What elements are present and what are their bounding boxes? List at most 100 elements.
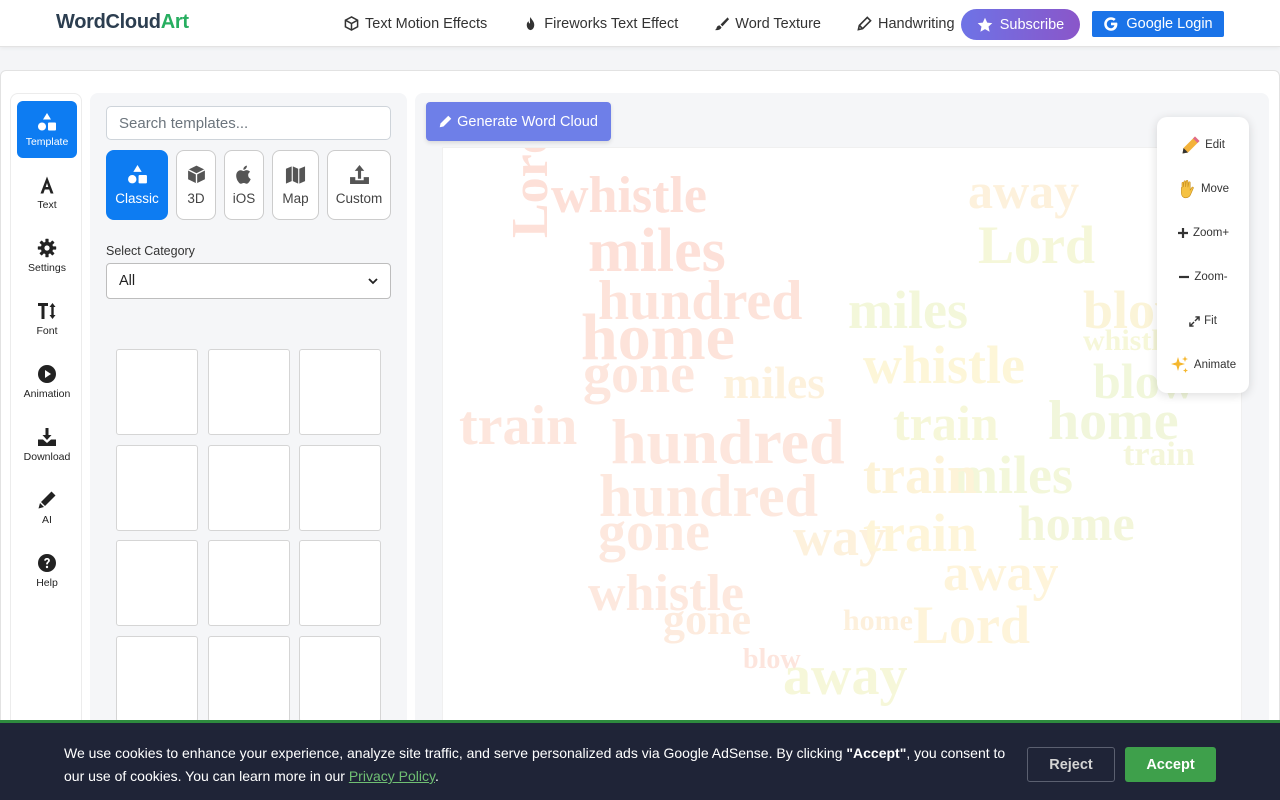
cloud-word: away [968, 163, 1080, 219]
subscribe-button[interactable]: Subscribe [961, 9, 1080, 40]
category-select[interactable]: All [106, 263, 391, 299]
move-tool-button[interactable]: Move [1157, 169, 1249, 209]
nav-word-texture[interactable]: Word Texture [714, 16, 821, 32]
template-thumbnail[interactable] [299, 445, 381, 531]
map-icon [285, 166, 306, 184]
sidebar-item-ai[interactable]: AI [17, 479, 77, 536]
edit-tool-button[interactable]: Edit [1157, 125, 1249, 165]
cloud-word: gone [583, 343, 695, 405]
main-nav: Text Motion Effects Fireworks Text Effec… [344, 0, 955, 47]
pencil-icon [1181, 135, 1201, 155]
cloud-word: whistle [863, 335, 1025, 395]
sidebar-item-template[interactable]: Template [17, 101, 77, 158]
cookie-consent-banner: We use cookies to enhance your experienc… [0, 720, 1280, 800]
sidebar-item-help[interactable]: Help [17, 542, 77, 599]
brush-icon [715, 17, 730, 31]
pen-icon [857, 16, 872, 31]
cloud-word: away [943, 545, 1059, 602]
sidebar-item-animation[interactable]: Animation [17, 353, 77, 410]
template-thumbnail[interactable] [208, 540, 290, 626]
generate-word-cloud-button[interactable]: Generate Word Cloud [426, 102, 611, 141]
accept-cookies-button[interactable]: Accept [1125, 747, 1216, 782]
cloud-word: train [893, 395, 999, 451]
template-thumbnail[interactable] [116, 636, 198, 722]
template-panel: Classic 3D iOS Map Custom Select Categor… [90, 93, 407, 733]
sparkles-icon [1170, 355, 1190, 375]
template-thumbnail[interactable] [208, 636, 290, 722]
text-icon [40, 176, 54, 193]
google-login-button[interactable]: Google Login [1092, 11, 1224, 37]
cloud-word: home [1048, 390, 1179, 452]
google-icon [1104, 17, 1118, 31]
template-type-map[interactable]: Map [272, 150, 319, 220]
shapes-icon [38, 112, 56, 130]
cloud-word: gone [663, 595, 751, 644]
cloud-word: train [863, 503, 977, 563]
privacy-policy-link[interactable]: Privacy Policy [349, 768, 435, 784]
gear-icon [37, 238, 57, 257]
cloud-word: Lord [978, 215, 1096, 275]
cloud-word: train [1123, 436, 1195, 473]
sidebar-item-text[interactable]: Text [17, 164, 77, 221]
template-type-ios[interactable]: iOS [224, 150, 264, 220]
minus-icon [1178, 271, 1190, 283]
cloud-word: train [863, 445, 977, 505]
hand-icon [1177, 179, 1197, 199]
pencil-icon [439, 115, 452, 128]
template-thumbnail[interactable] [208, 445, 290, 531]
cloud-word: train [459, 395, 578, 457]
tool-sidebar: Template Text Settings Font Animation Do… [10, 93, 82, 793]
template-type-3d[interactable]: 3D [176, 150, 216, 220]
cloud-word: blow [743, 644, 801, 675]
cloud-word: hundred [598, 270, 803, 332]
template-thumbnail[interactable] [116, 445, 198, 531]
zoom-out-button[interactable]: Zoom- [1157, 257, 1249, 297]
fit-button[interactable]: Fit [1157, 301, 1249, 341]
download-icon [38, 427, 56, 446]
font-size-icon [38, 302, 56, 319]
upload-icon [349, 165, 369, 184]
cloud-word: Lord [913, 595, 1031, 655]
category-label: Select Category [106, 244, 195, 258]
sidebar-item-settings[interactable]: Settings [17, 227, 77, 284]
play-circle-icon [38, 364, 56, 383]
cube-icon [187, 165, 205, 184]
template-type-classic[interactable]: Classic [106, 150, 168, 220]
sidebar-item-font[interactable]: Font [17, 290, 77, 347]
template-thumbnail[interactable] [116, 540, 198, 626]
sidebar-item-download[interactable]: Download [17, 416, 77, 473]
fire-icon [526, 16, 535, 31]
template-thumbnail[interactable] [116, 349, 198, 435]
template-thumbnail[interactable] [299, 540, 381, 626]
shapes-icon [127, 165, 147, 184]
template-thumbnail[interactable] [299, 636, 381, 722]
apple-icon [235, 165, 251, 184]
cloud-word: miles [588, 217, 726, 285]
nav-handwriting[interactable]: Handwriting [857, 16, 955, 32]
template-thumbnail[interactable] [299, 349, 381, 435]
cloud-word: miles [848, 280, 968, 340]
reject-cookies-button[interactable]: Reject [1027, 747, 1115, 782]
zoom-in-button[interactable]: Zoom+ [1157, 213, 1249, 253]
nav-fireworks-text-effect[interactable]: Fireworks Text Effect [523, 16, 678, 32]
cloud-word: miles [723, 357, 826, 408]
cloud-word: home [1018, 495, 1135, 551]
template-search-input[interactable] [106, 106, 391, 140]
cloud-word: Lord [502, 147, 559, 238]
animate-button[interactable]: Animate [1157, 345, 1249, 385]
template-type-custom[interactable]: Custom [327, 150, 391, 220]
cloud-word: home [581, 301, 735, 374]
cloud-word: home [843, 604, 913, 637]
brand-logo[interactable]: WordCloudArt [56, 11, 189, 34]
top-navbar: WordCloudArt Text Motion Effects Firewor… [0, 0, 1280, 47]
word-cloud-canvas[interactable]: whistle miles Lord hundred home gone tra… [442, 147, 1242, 727]
template-thumbnail[interactable] [208, 349, 290, 435]
cloud-word: whistle [588, 565, 744, 622]
expand-icon [1189, 315, 1200, 327]
cloud-word: hundred [611, 406, 845, 477]
cloud-word: miles [953, 445, 1073, 505]
nav-text-motion-effects[interactable]: Text Motion Effects [344, 16, 487, 32]
plus-icon [1177, 227, 1189, 239]
cloud-word: away [783, 645, 908, 707]
cloud-word: way [793, 507, 886, 567]
